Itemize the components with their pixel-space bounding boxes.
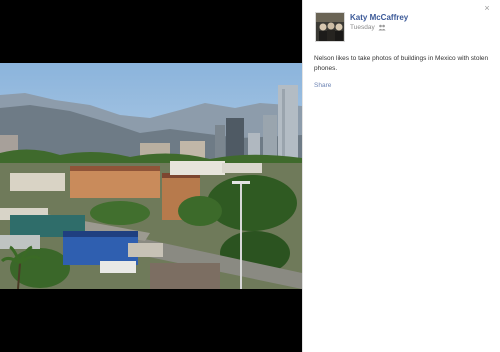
profile-photo-icon xyxy=(316,13,344,41)
author-name-link[interactable]: Katy McCaffrey xyxy=(350,13,408,22)
avatar[interactable] xyxy=(315,12,345,42)
post-meta: Tuesday xyxy=(350,24,386,31)
share-link[interactable]: Share xyxy=(314,82,331,89)
close-icon[interactable]: × xyxy=(482,3,492,13)
photo-image[interactable] xyxy=(0,63,302,289)
post-panel: Katy McCaffrey Tuesday Nelson likes to t… xyxy=(302,0,500,352)
post-timestamp[interactable]: Tuesday xyxy=(350,24,375,31)
friends-icon[interactable] xyxy=(378,24,386,31)
post-caption: Nelson likes to take photos of buildings… xyxy=(314,55,489,72)
photo-viewer xyxy=(0,0,302,352)
